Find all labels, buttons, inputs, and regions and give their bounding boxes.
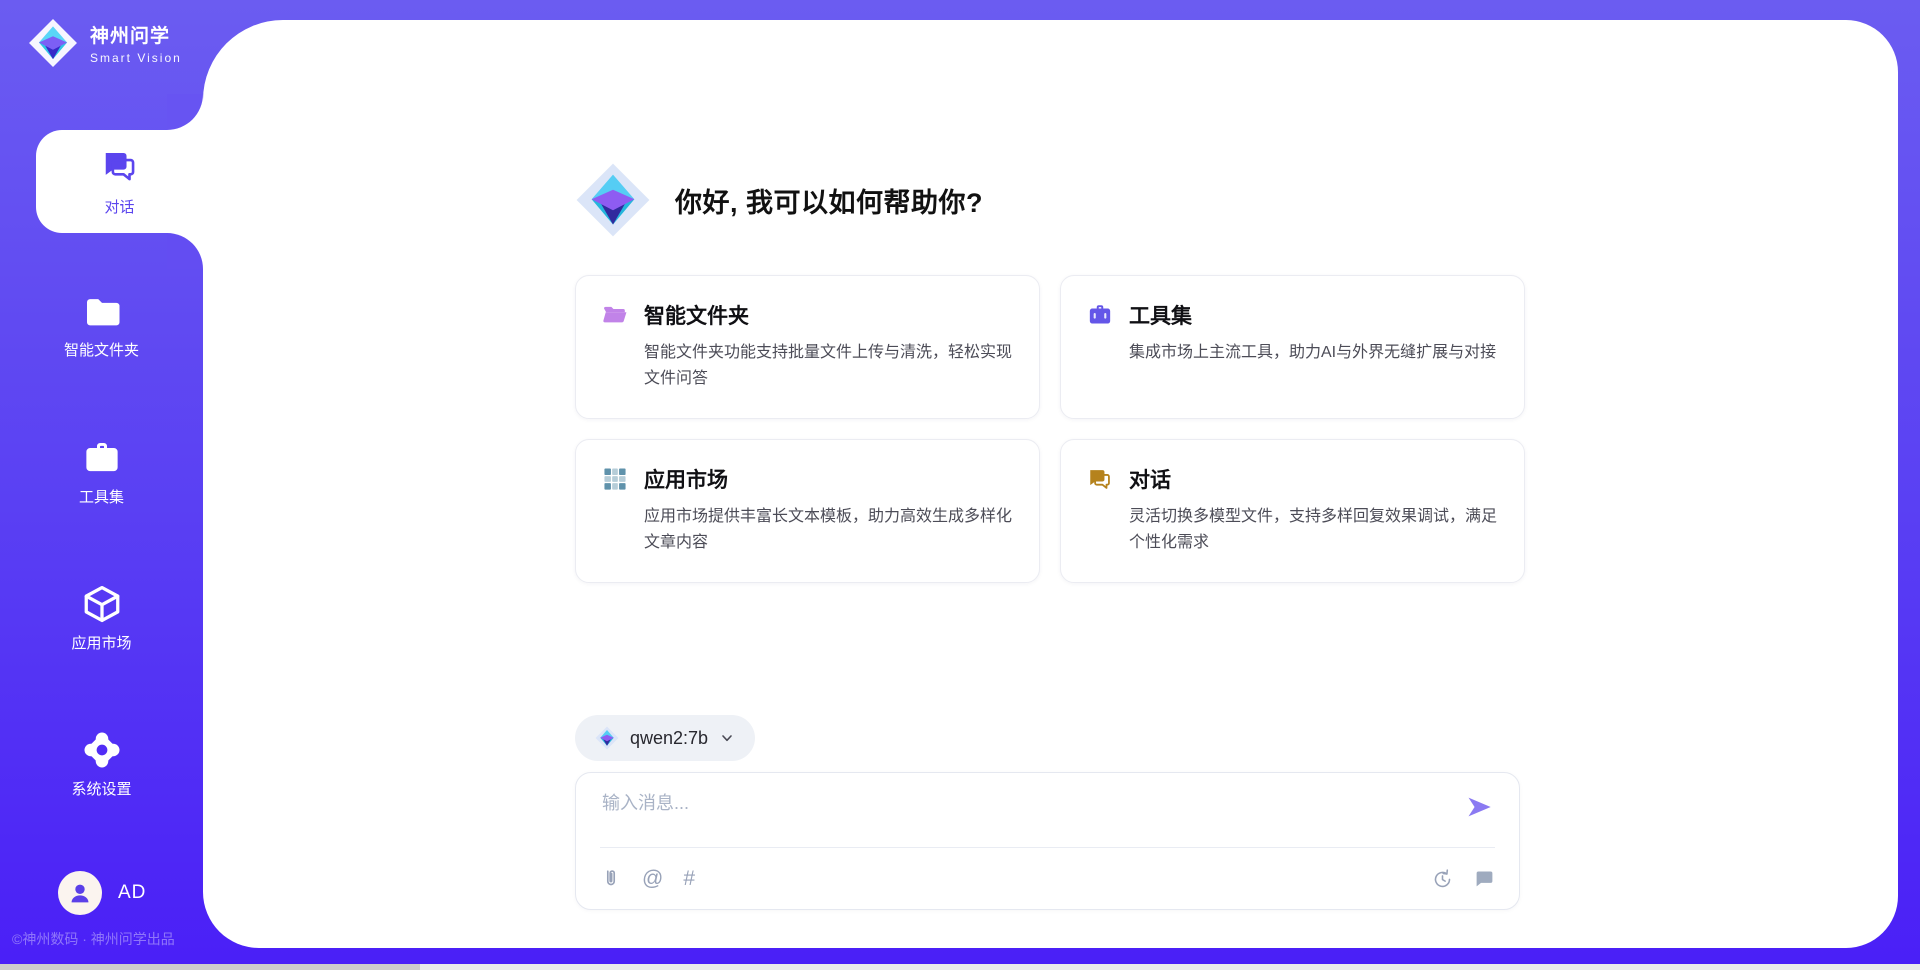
sidebar-item-label: 工具集 (79, 486, 124, 507)
tab-curve-bottom (167, 233, 203, 269)
person-icon (65, 878, 95, 908)
card-smart-folder[interactable]: 智能文件夹 智能文件夹功能支持批量文件上传与清洗，轻松实现文件问答 (575, 275, 1040, 419)
briefcase-icon (1087, 302, 1113, 328)
sidebar-item-smart-folder[interactable]: 智能文件夹 (0, 290, 203, 360)
card-title: 工具集 (1129, 300, 1192, 330)
toolbox-icon (81, 437, 123, 479)
main-panel: 你好, 我可以如何帮助你? 智能文件夹 智能文件夹功能支持批量文件上传与清洗，轻… (203, 20, 1898, 948)
model-selector[interactable]: qwen2:7b (575, 715, 755, 761)
chat-icon (101, 147, 139, 190)
card-title: 对话 (1129, 464, 1171, 494)
brand-tagline: Smart Vision (90, 51, 182, 65)
folder-open-icon (602, 302, 628, 328)
card-description: 集成市场上主流工具，助力AI与外界无缝扩展与对接 (1129, 340, 1498, 366)
gear-icon (81, 729, 123, 771)
copyright-text: ©神州数码 · 神州问学出品 (12, 929, 175, 949)
greeting-row: 你好, 我可以如何帮助你? (575, 162, 983, 238)
paperclip-icon[interactable] (600, 868, 622, 890)
chat-bubble-icon[interactable] (1473, 868, 1495, 890)
brand[interactable]: 神州问学 Smart Vision (28, 18, 182, 68)
assistant-diamond-icon (575, 162, 651, 238)
folder-icon (81, 290, 123, 332)
sidebar-item-settings[interactable]: 系统设置 (0, 729, 203, 799)
send-icon[interactable] (1465, 793, 1493, 821)
scrollbar-thumb[interactable] (0, 964, 420, 970)
sidebar-item-label: 应用市场 (71, 632, 131, 653)
grid-icon (602, 466, 628, 492)
card-chat[interactable]: 对话 灵活切换多模型文件，支持多样回复效果调试，满足个性化需求 (1060, 439, 1525, 583)
greeting-title: 你好, 我可以如何帮助你? (675, 181, 983, 220)
avatar (58, 871, 102, 915)
sidebar: 神州问学 Smart Vision 对话 智能文件夹 工具集 应用市场 系统设 (0, 0, 203, 970)
brand-diamond-icon (28, 18, 78, 68)
model-name: qwen2:7b (630, 728, 708, 749)
chat-gold-icon (1087, 466, 1113, 492)
hash-tag-icon[interactable]: # (683, 868, 695, 889)
card-title: 应用市场 (644, 464, 728, 494)
card-title: 智能文件夹 (644, 300, 749, 330)
tab-curve-top (167, 94, 203, 130)
sidebar-item-app-market[interactable]: 应用市场 (0, 583, 203, 653)
card-description: 应用市场提供丰富长文本模板，助力高效生成多样化文章内容 (644, 504, 1013, 556)
chevron-down-icon (719, 730, 735, 746)
sidebar-item-label: 系统设置 (71, 778, 131, 799)
sidebar-item-toolbox[interactable]: 工具集 (0, 437, 203, 507)
message-input[interactable] (602, 793, 1262, 814)
sidebar-item-label: 对话 (104, 196, 134, 217)
horizontal-scrollbar[interactable] (0, 964, 1920, 970)
card-app-market[interactable]: 应用市场 应用市场提供丰富长文本模板，助力高效生成多样化文章内容 (575, 439, 1040, 583)
card-description: 灵活切换多模型文件，支持多样回复效果调试，满足个性化需求 (1129, 504, 1498, 556)
card-toolbox[interactable]: 工具集 集成市场上主流工具，助力AI与外界无缝扩展与对接 (1060, 275, 1525, 419)
model-diamond-icon (595, 726, 619, 750)
at-mention-icon[interactable]: @ (642, 868, 663, 889)
composer-toolbar: @ # (600, 847, 1495, 909)
card-description: 智能文件夹功能支持批量文件上传与清洗，轻松实现文件问答 (644, 340, 1013, 392)
cube-icon (81, 583, 123, 625)
sidebar-item-chat[interactable]: 对话 (36, 130, 203, 233)
sidebar-item-label: 智能文件夹 (64, 339, 139, 360)
message-composer: @ # (575, 772, 1520, 910)
user-initials: AD (118, 882, 146, 904)
brand-name: 神州问学 (90, 21, 182, 48)
history-icon[interactable] (1431, 868, 1453, 890)
feature-cards: 智能文件夹 智能文件夹功能支持批量文件上传与清洗，轻松实现文件问答 工具集 集成… (575, 275, 1525, 583)
user-account[interactable]: AD (58, 871, 146, 915)
